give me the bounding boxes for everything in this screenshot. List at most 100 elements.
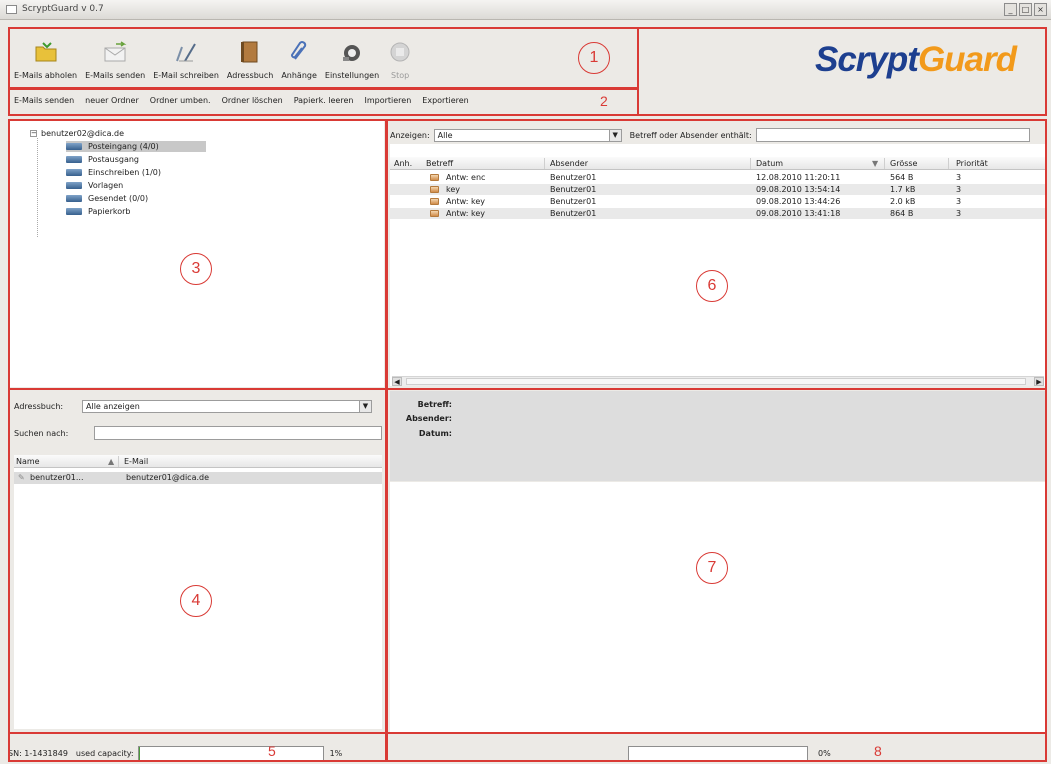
col-size[interactable]: Grösse	[890, 159, 917, 168]
folder-download-icon	[33, 41, 59, 63]
show-filter-select[interactable]: Alle ▼	[433, 128, 622, 142]
main-toolbar: E-Mails abholen E-Mails senden E-Mail sc…	[10, 24, 630, 88]
folder-outbox[interactable]: Postausgang	[66, 154, 139, 165]
folder-icon	[66, 143, 82, 150]
send-mail-button[interactable]: E-Mails senden	[81, 24, 149, 86]
envelope-icon	[430, 174, 439, 181]
message-row[interactable]: Antw: key Benutzer01 09.08.2010 13:41:18…	[390, 208, 1046, 219]
fetch-mail-label: E-Mails abholen	[14, 71, 78, 80]
folder-templates[interactable]: Vorlagen	[66, 180, 123, 191]
paperclip-icon	[286, 41, 312, 63]
contact-row[interactable]: ✎ benutzer01... benutzer01@dica.de	[14, 472, 382, 484]
col-subject[interactable]: Betreff	[426, 159, 453, 168]
stop-button[interactable]: Stop	[383, 24, 417, 86]
folder-registered[interactable]: Einschreiben (1/0)	[66, 167, 161, 178]
attachments-label: Anhänge	[281, 71, 317, 80]
contact-search-label: Suchen nach:	[14, 428, 69, 438]
message-filter-bar: Anzeigen: Alle ▼ Betreff oder Absender e…	[390, 128, 1030, 142]
window-title: ScryptGuard v 0.7	[22, 4, 104, 14]
search-label: Betreff oder Absender enthält:	[629, 130, 752, 140]
menu-delete-folder[interactable]: Ordner löschen	[222, 96, 283, 110]
subject-sender-search-input[interactable]	[755, 128, 1030, 142]
folder-icon	[66, 195, 82, 202]
col-attachment[interactable]: Anh.	[394, 159, 412, 168]
addressbook-label: Adressbuch:	[14, 401, 64, 411]
envelope-icon	[430, 186, 439, 193]
tree-account[interactable]: − benutzer02@dica.de	[30, 128, 124, 139]
preview-header: Betreff: Absender: Datum:	[390, 391, 1046, 481]
collapse-icon[interactable]: −	[30, 130, 37, 137]
capacity-label: used capacity:	[75, 749, 134, 758]
addressbook-label: Adressbuch	[226, 71, 274, 80]
status-left: SN: 1-1431849 used capacity: 1%	[8, 746, 342, 761]
scroll-thumb[interactable]	[406, 378, 1026, 385]
menu-rename-folder[interactable]: Ordner umben.	[150, 96, 211, 110]
callout-3: 3	[180, 253, 212, 285]
send-mail-label: E-Mails senden	[85, 71, 146, 80]
progress-percent: 0%	[818, 749, 831, 758]
attachments-button[interactable]: Anhänge	[277, 24, 321, 86]
chevron-down-icon[interactable]: ▼	[359, 400, 371, 412]
minimize-button[interactable]: _	[1004, 3, 1017, 16]
menu-export[interactable]: Exportieren	[422, 96, 468, 110]
message-row[interactable]: Antw: enc Benutzer01 12.08.2010 11:20:11…	[390, 172, 1046, 183]
write-mail-button[interactable]: E-Mail schreiben	[149, 24, 223, 86]
stop-label: Stop	[391, 71, 410, 80]
settings-icon	[339, 41, 365, 63]
addressbook-button[interactable]: Adressbuch	[223, 24, 277, 86]
menu-send-mails[interactable]: E-Mails senden	[14, 96, 74, 110]
preview-sender-label: Absender:	[405, 414, 452, 423]
addressbook-select[interactable]: Alle anzeigen ▼	[82, 399, 372, 413]
menu-new-folder[interactable]: neuer Ordner	[85, 96, 139, 110]
action-menubar: E-Mails senden neuer Ordner Ordner umben…	[14, 96, 469, 110]
settings-label: Einstellungen	[324, 71, 380, 80]
write-mail-label: E-Mail schreiben	[153, 71, 219, 80]
callout-4: 4	[180, 585, 212, 617]
col-sender[interactable]: Absender	[550, 159, 588, 168]
folder-icon	[66, 156, 82, 163]
preview-body	[390, 482, 1046, 734]
maximize-button[interactable]: □	[1019, 3, 1032, 16]
scroll-right-icon[interactable]: ▶	[1034, 377, 1044, 386]
message-row[interactable]: Antw: key Benutzer01 09.08.2010 13:44:26…	[390, 196, 1046, 207]
fetch-mail-button[interactable]: E-Mails abholen	[10, 24, 81, 86]
folder-trash[interactable]: Papierkorb	[66, 206, 131, 217]
col-name[interactable]: Name	[16, 457, 40, 466]
envelope-icon	[430, 198, 439, 205]
contact-icon: ✎	[18, 473, 25, 482]
capacity-bar	[137, 746, 324, 761]
scryptguard-logo: ScryptGuard	[815, 40, 1017, 79]
show-label: Anzeigen:	[390, 130, 430, 140]
sort-asc-icon: ▲	[108, 457, 115, 466]
folder-inbox[interactable]: Posteingang (4/0)	[66, 141, 206, 152]
close-button[interactable]: ×	[1034, 3, 1047, 16]
settings-button[interactable]: Einstellungen	[321, 24, 383, 86]
col-email[interactable]: E-Mail	[124, 457, 148, 466]
status-right: 0%	[628, 746, 831, 761]
contact-search-input[interactable]	[94, 426, 382, 440]
callout-1: 1	[578, 42, 610, 74]
title-bar: ScryptGuard v 0.7 _ □ ×	[0, 0, 1051, 20]
preview-subject-label: Betreff:	[417, 400, 452, 409]
mail-send-icon	[102, 41, 128, 63]
pen-write-icon	[173, 41, 199, 63]
menu-empty-trash[interactable]: Papierk. leeren	[294, 96, 354, 110]
menu-import[interactable]: Importieren	[364, 96, 411, 110]
app-icon	[6, 5, 17, 14]
callout-2: 2	[600, 93, 608, 109]
col-priority[interactable]: Priorität	[956, 159, 988, 168]
preview-date-label: Datum:	[418, 429, 452, 438]
window-controls: _ □ ×	[1004, 3, 1047, 16]
folder-icon	[66, 169, 82, 176]
serial-number: SN: 1-1431849	[8, 749, 68, 758]
message-row[interactable]: key Benutzer01 09.08.2010 13:54:14 1.7 k…	[390, 184, 1046, 195]
addressbook-filter: Adressbuch: Alle anzeigen ▼	[14, 399, 372, 413]
stop-icon	[387, 41, 413, 63]
scroll-left-icon[interactable]: ◀	[392, 377, 402, 386]
folder-sent[interactable]: Gesendet (0/0)	[66, 193, 148, 204]
col-date[interactable]: Datum	[756, 159, 783, 168]
message-list-hscrollbar[interactable]: ◀ ▶	[392, 376, 1044, 386]
address-book-icon	[237, 41, 263, 63]
sort-desc-icon: ▼	[872, 159, 879, 168]
chevron-down-icon[interactable]: ▼	[608, 129, 621, 141]
